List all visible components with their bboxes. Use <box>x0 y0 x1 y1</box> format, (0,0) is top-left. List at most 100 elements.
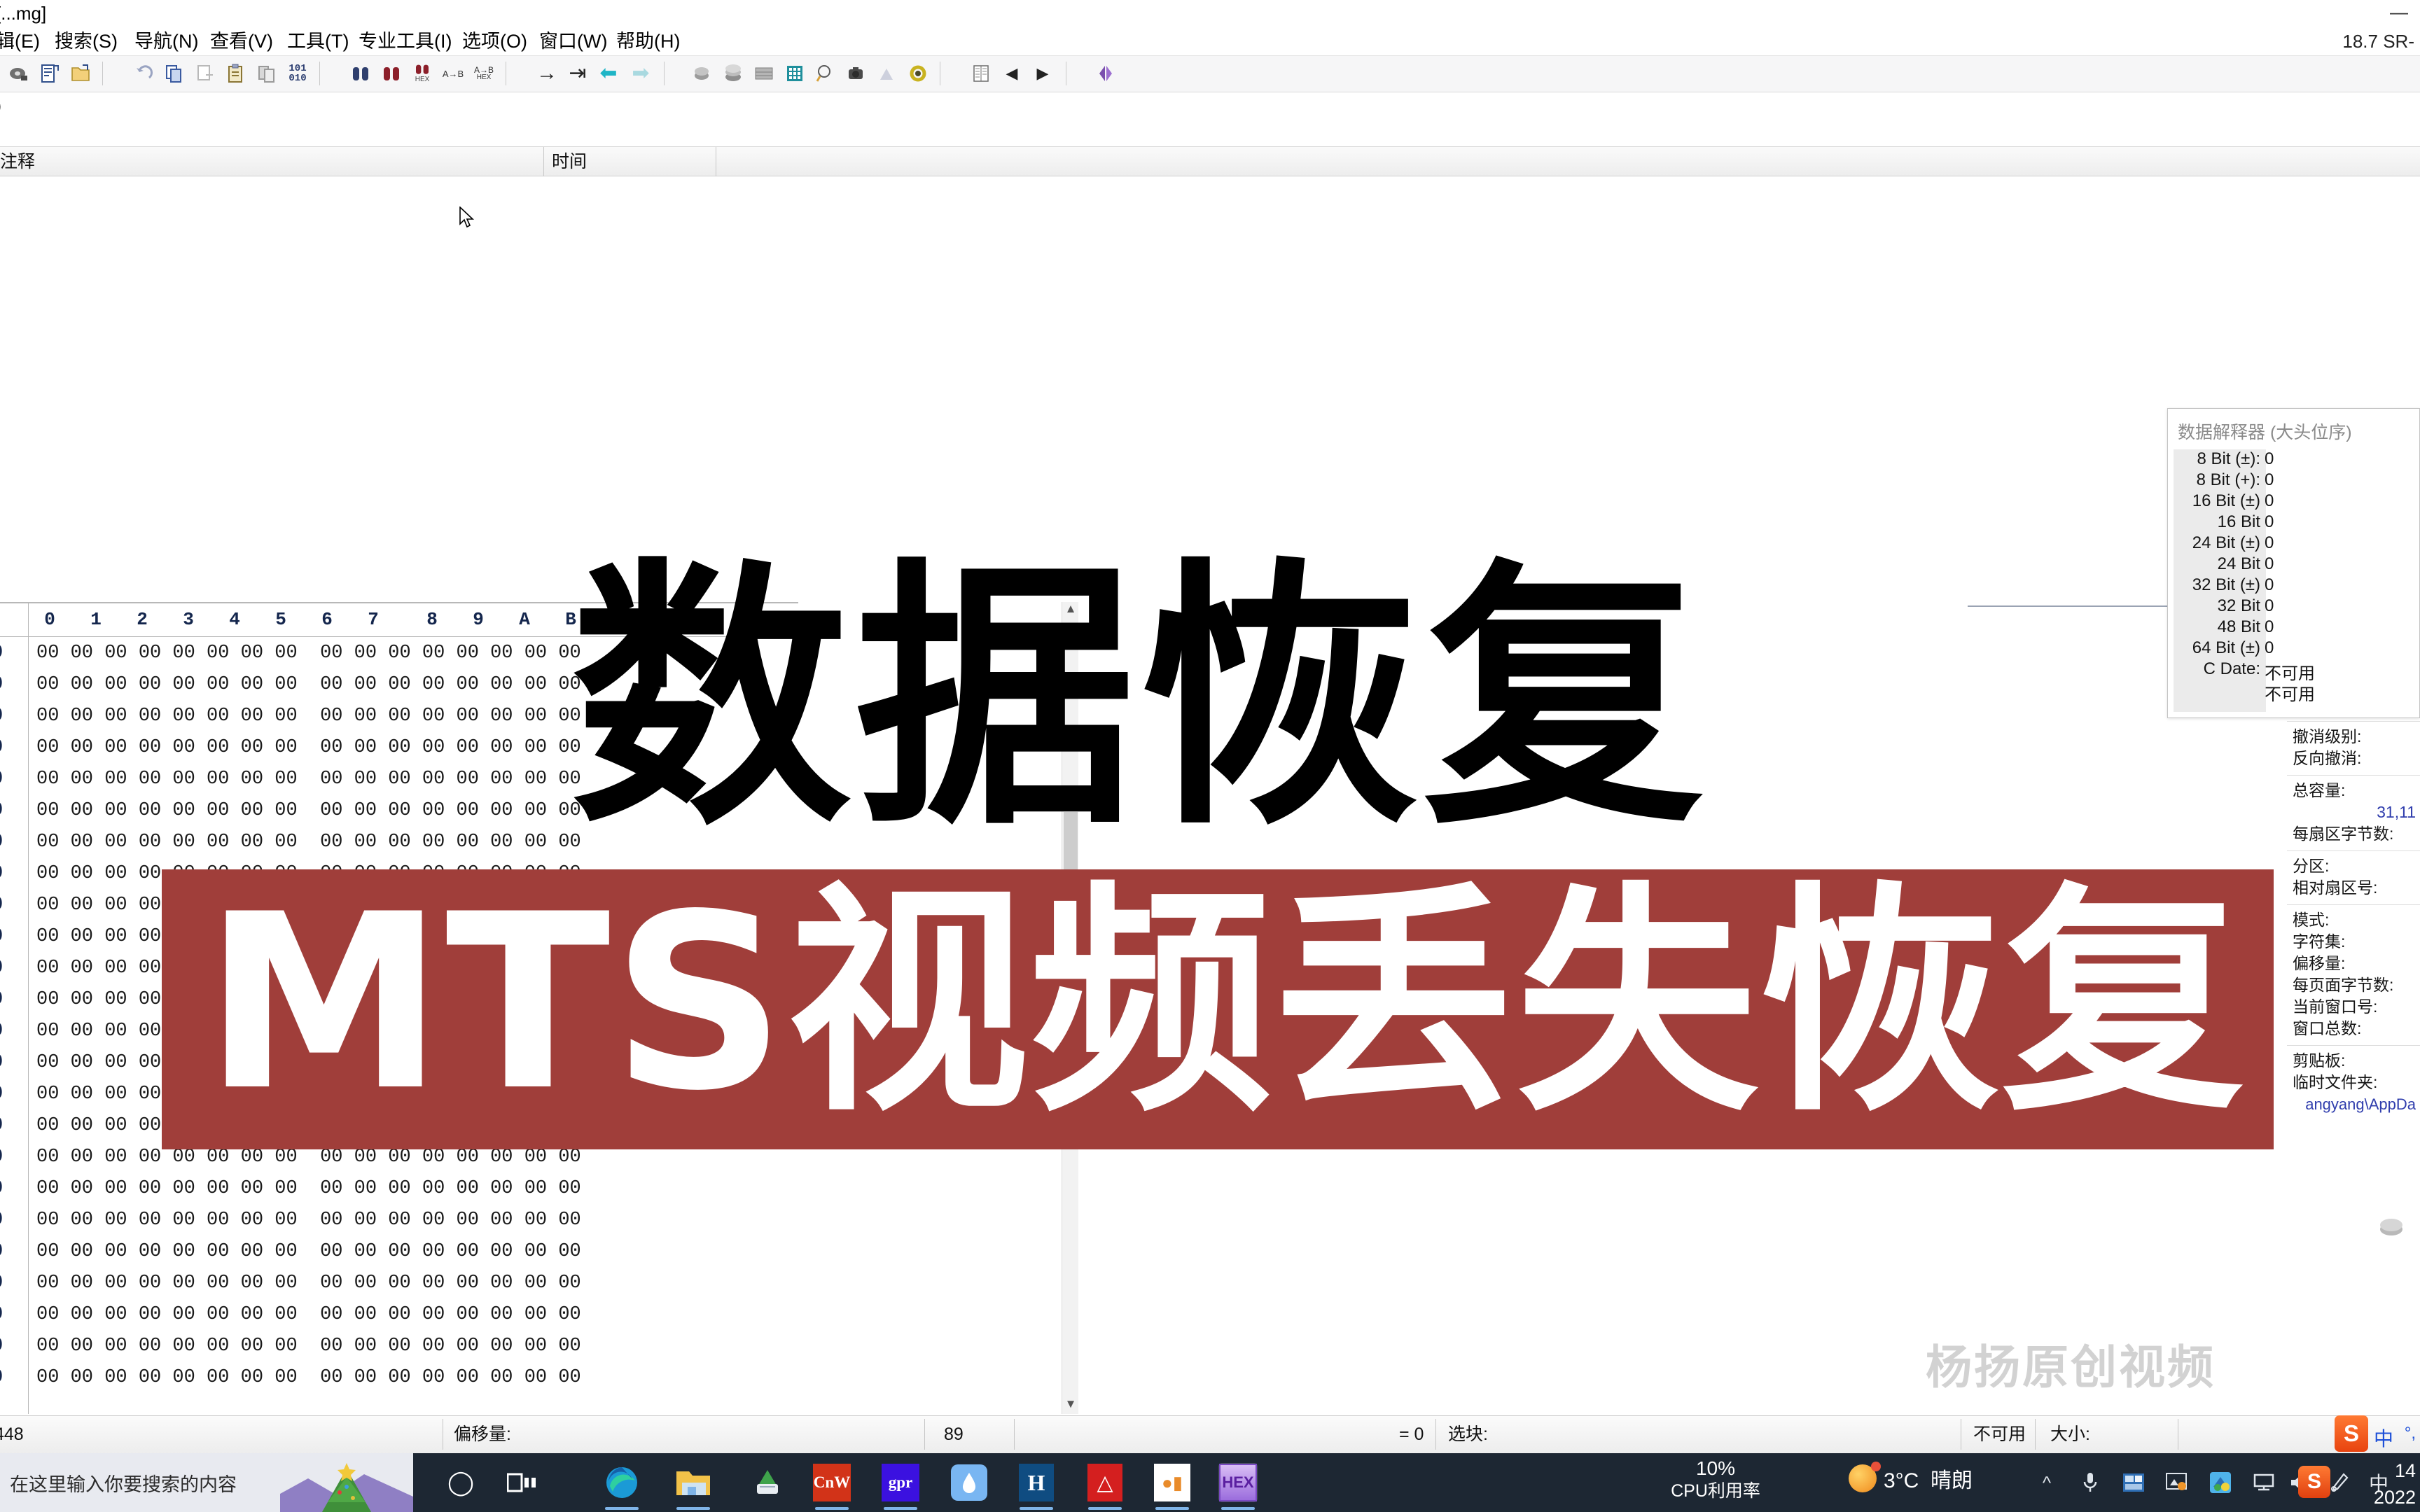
cnw-icon[interactable]: CnW <box>812 1463 851 1502</box>
menu-help[interactable]: 帮助(H) <box>616 30 680 52</box>
recycle-green-icon[interactable] <box>748 1463 787 1502</box>
hex-row-bytes[interactable]: 00 00 00 00 00 00 00 00 00 00 00 00 00 0… <box>36 674 581 695</box>
sidebar-gear-icon[interactable] <box>2375 1211 2407 1250</box>
taskbar-running-indicator <box>1155 1507 1189 1510</box>
menu-navigate[interactable]: 导航(N) <box>134 30 198 52</box>
undo-icon[interactable] <box>130 60 157 87</box>
hex-row-bytes[interactable]: 00 00 00 00 00 00 00 00 00 00 00 00 00 0… <box>36 737 581 758</box>
weather-widget[interactable]: 3°C 晴朗 <box>1849 1462 1973 1494</box>
edge-icon[interactable] <box>602 1463 641 1502</box>
forward-icon[interactable]: ➡ <box>627 60 654 87</box>
find-text-icon[interactable] <box>347 60 374 87</box>
data-interpreter-row-value[interactable]: 0 <box>2265 449 2274 469</box>
hex-row-bytes[interactable]: 00 00 00 00 00 00 00 00 00 00 00 00 00 0… <box>36 1336 581 1357</box>
scroll-down-arrow[interactable]: ▼ <box>1062 1397 1079 1414</box>
list-view-icon[interactable] <box>968 60 994 87</box>
find-again-icon[interactable] <box>378 60 405 87</box>
winhex-icon[interactable]: HEX <box>1218 1463 1258 1502</box>
ime-panel-icon[interactable] <box>2118 1466 2150 1499</box>
analyze-magnifier-icon[interactable] <box>812 60 839 87</box>
goto-offset-icon[interactable]: → <box>534 60 560 87</box>
screenshot-icon[interactable] <box>2161 1466 2193 1499</box>
camera-icon[interactable] <box>843 60 870 87</box>
menu-search[interactable]: 搜索(S) <box>55 30 118 52</box>
app-tray-icon[interactable] <box>2204 1466 2237 1499</box>
paste-icon[interactable] <box>223 60 249 87</box>
data-interpreter-row-value[interactable]: 0 <box>2265 533 2274 553</box>
data-interpreter-row-value[interactable]: 0 <box>2265 617 2274 637</box>
menu-options[interactable]: 选项(O) <box>462 30 527 52</box>
hex-row-bytes[interactable]: 00 00 00 00 00 00 00 00 00 00 00 00 00 0… <box>36 1273 581 1294</box>
cortana-icon[interactable]: ◯ <box>441 1463 480 1502</box>
data-interpreter-panel[interactable]: 数据解释器 (大头位序) 8 Bit (±): 0 8 Bit (+): 0 16 Bi… <box>2167 408 2420 718</box>
calculator-icon[interactable] <box>781 60 808 87</box>
ime-chinese-status-icon[interactable]: 中 <box>2374 1424 2393 1452</box>
menu-view[interactable]: 查看(V) <box>210 30 273 52</box>
red-triangle-icon[interactable]: △ <box>1085 1463 1125 1502</box>
back-icon[interactable]: ⬅ <box>595 60 622 87</box>
data-interpreter-row-value[interactable]: 0 <box>2265 491 2274 511</box>
paste-special-icon[interactable] <box>253 60 280 87</box>
menu-specialist[interactable]: 专业工具(I) <box>359 30 452 52</box>
data-interpreter-row-value[interactable]: 不可用 <box>2265 680 2315 705</box>
data-interpreter-row-value[interactable]: 0 <box>2265 575 2274 595</box>
data-interpreter-row-value[interactable]: 0 <box>2265 554 2274 574</box>
hex-row-bytes[interactable]: 00 00 00 00 00 00 00 00 00 00 00 00 00 0… <box>36 1147 581 1168</box>
gpr-icon[interactable]: gpr <box>881 1463 920 1502</box>
hex-row-bytes[interactable]: 00 00 00 00 00 00 00 00 00 00 00 00 00 0… <box>36 643 581 664</box>
open-disk-icon[interactable] <box>6 60 32 87</box>
column-divider-1[interactable] <box>543 147 544 176</box>
menu-tools[interactable]: 工具(T) <box>287 30 349 52</box>
orange-app-icon[interactable]: ●▮ <box>1153 1463 1192 1502</box>
taskbar-clock[interactable]: 14 2022 <box>2374 1457 2416 1511</box>
sogou-status-badge[interactable]: S <box>2335 1415 2368 1452</box>
data-interpreter-row-value[interactable]: 0 <box>2265 470 2274 490</box>
prev-block-icon[interactable]: ◀ <box>999 60 1025 87</box>
open-folder-icon[interactable] <box>67 60 94 87</box>
microphone-icon[interactable] <box>2074 1466 2106 1499</box>
file-explorer-icon[interactable] <box>674 1463 713 1502</box>
sogou-tray-icon[interactable]: S <box>2298 1466 2330 1498</box>
settings-gear-icon[interactable] <box>905 60 931 87</box>
hex-row-bytes[interactable]: 00 00 00 00 00 00 00 00 00 00 00 00 00 0… <box>36 1304 581 1325</box>
mountain-icon[interactable] <box>874 60 900 87</box>
copy-icon[interactable] <box>161 60 188 87</box>
hex-row-bytes[interactable]: 00 00 00 00 00 00 00 00 00 00 00 00 00 0… <box>36 1178 581 1199</box>
cpu-widget[interactable]: 10% CPU利用率 <box>1632 1457 1800 1502</box>
find-hex-icon[interactable]: HEX <box>409 60 436 87</box>
menu-window[interactable]: 窗口(W) <box>539 30 607 52</box>
data-interpreter-row-value[interactable]: 0 <box>2265 512 2274 532</box>
hex-row-bytes[interactable]: 00 00 00 00 00 00 00 00 00 00 00 00 00 0… <box>36 800 581 821</box>
hex-row-bytes[interactable]: 00 00 00 00 00 00 00 00 00 00 00 00 00 0… <box>36 706 581 727</box>
hex-row-bytes[interactable]: 00 00 00 00 00 00 00 00 00 00 00 00 00 0… <box>36 1367 581 1388</box>
next-block-icon[interactable]: ▶ <box>1029 60 1056 87</box>
menu-edit[interactable]: 辑(E) <box>0 30 40 52</box>
replace-hex-icon[interactable]: A→B HEX <box>471 60 497 87</box>
column-header-time[interactable]: 时间 <box>548 151 716 176</box>
replace-text-icon[interactable]: A→B <box>440 60 466 87</box>
blue-drop-icon[interactable] <box>950 1463 989 1502</box>
bookmarks-column-header-row: 注释 时间 <box>0 147 2420 176</box>
ime-punctuation-icon[interactable]: °, <box>2405 1424 2416 1443</box>
show-hidden-icons-icon[interactable]: ^ <box>2031 1466 2063 1499</box>
network-icon[interactable] <box>2248 1466 2280 1499</box>
h-app-icon[interactable]: H <box>1017 1463 1056 1502</box>
raid-icon[interactable] <box>751 60 777 87</box>
task-view-icon[interactable] <box>503 1463 542 1502</box>
data-interpreter-row-value[interactable]: 0 <box>2265 638 2274 658</box>
pane-tab-label[interactable]: ) <box>0 97 1 116</box>
hex-row-bytes[interactable]: 00 00 00 00 00 00 00 00 00 00 00 00 00 0… <box>36 1241 581 1262</box>
column-header-comment[interactable]: 注释 <box>0 151 546 176</box>
hex-row-bytes[interactable]: 00 00 00 00 00 00 00 00 00 00 00 00 00 0… <box>36 1210 581 1231</box>
hex-row-bytes[interactable]: 00 00 00 00 00 00 00 00 00 00 00 00 00 0… <box>36 832 581 853</box>
scripting-icon[interactable] <box>1092 60 1119 87</box>
open-disk-image-icon[interactable] <box>36 60 63 87</box>
minimize-button[interactable]: — <box>2381 1 2417 23</box>
open-disk-tool-icon[interactable] <box>689 60 716 87</box>
cut-icon[interactable] <box>192 60 218 87</box>
hex-row-bytes[interactable]: 00 00 00 00 00 00 00 00 00 00 00 00 00 0… <box>36 769 581 790</box>
binary-toggle-icon[interactable]: 101 010 <box>284 60 311 87</box>
clone-disk-icon[interactable] <box>720 60 746 87</box>
data-interpreter-row-value[interactable]: 0 <box>2265 596 2274 616</box>
goto-sector-icon[interactable]: ⇥ <box>564 60 591 87</box>
